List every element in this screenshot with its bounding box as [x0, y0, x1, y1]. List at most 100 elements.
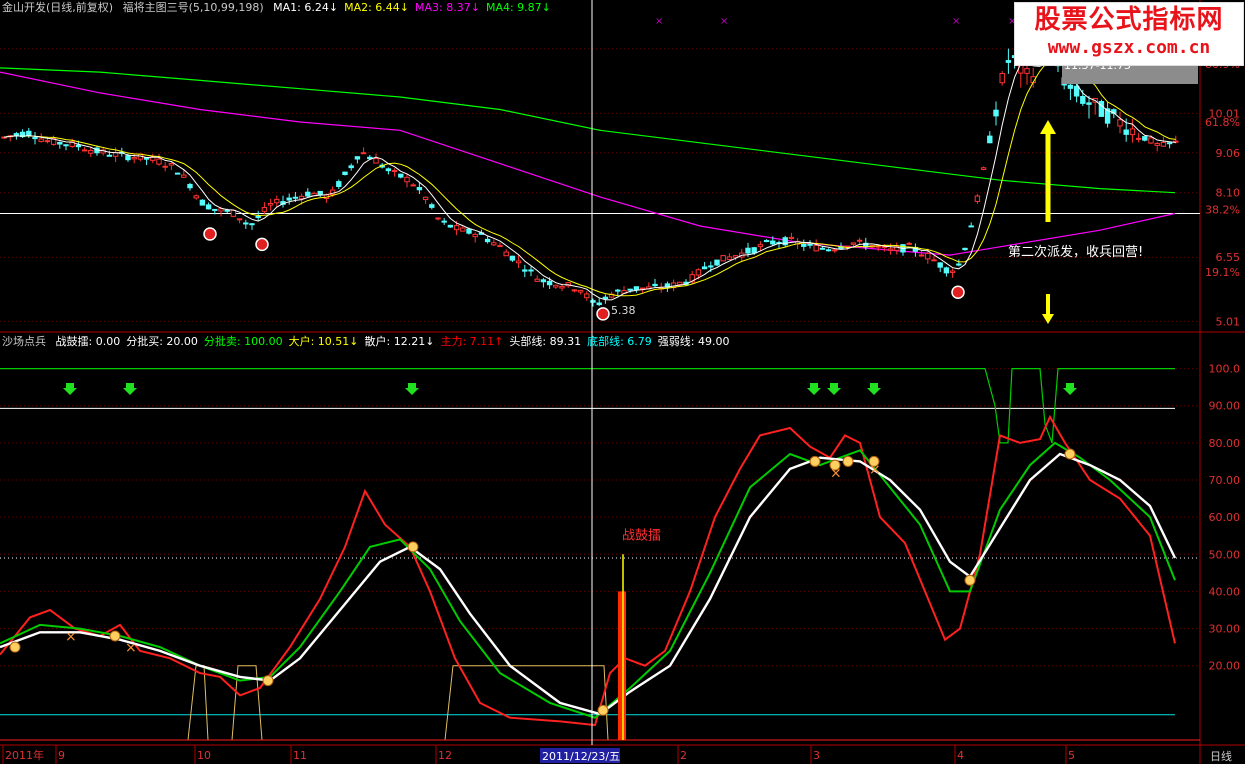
candle-body	[199, 199, 206, 206]
candle-body	[559, 285, 565, 289]
candle-body	[236, 218, 243, 221]
candle-body	[590, 300, 596, 303]
ma3-line	[0, 71, 1176, 256]
cross-marker: ×	[125, 640, 137, 656]
watermark-url: www.gszx.com.cn	[1047, 37, 1211, 58]
candle-body	[720, 255, 726, 262]
time-axis-label: 11	[293, 749, 307, 762]
candle-body	[193, 195, 199, 199]
war-drum-label: 战鼓擂	[622, 528, 661, 543]
candle-body	[937, 262, 943, 268]
candle-body	[1148, 137, 1154, 144]
candle-body	[143, 157, 150, 160]
sub-legend-5: 主力: 7.11↑	[440, 335, 504, 348]
candle-body	[577, 289, 584, 293]
candle-body	[150, 156, 156, 161]
low-price-label: 5.38	[611, 304, 636, 317]
candle-body	[832, 249, 838, 252]
candle-body	[633, 286, 640, 291]
candle-body	[230, 209, 237, 217]
gold-marker	[9, 641, 21, 653]
candle-body	[1166, 142, 1173, 145]
sub-y-tick-label: 50.00	[1209, 548, 1241, 561]
candle-body	[168, 162, 175, 166]
candle-body	[652, 283, 658, 287]
candle-body	[553, 284, 559, 288]
candle-body	[453, 225, 460, 231]
candle-body	[1135, 137, 1142, 140]
candle-body	[441, 220, 447, 223]
candle-body	[1080, 95, 1086, 104]
candle-body	[615, 289, 621, 292]
candle-body	[763, 240, 770, 243]
batch-buy-line	[0, 665, 1175, 741]
candle-body	[298, 195, 305, 200]
candle-body	[956, 263, 962, 266]
sub-legend-4: 散户: 12.21↓	[364, 335, 435, 348]
candle-body	[993, 109, 999, 117]
candle-body	[745, 247, 751, 254]
candle-body	[243, 222, 249, 225]
candle-body	[435, 217, 441, 220]
candle-body	[751, 247, 757, 254]
gold-marker	[262, 675, 274, 687]
candle-body	[391, 169, 398, 172]
candle-body	[515, 260, 522, 264]
candle-body	[528, 269, 534, 272]
sub-chart-header: 沙场点兵 战鼓擂: 0.00 分批买: 20.00 分批卖: 100.00 大户: 1…	[2, 334, 741, 350]
candle-body	[484, 238, 491, 243]
watermark-logo: 股票公式指标网 www.gszx.com.cn	[1014, 2, 1244, 66]
candle-body	[627, 288, 633, 291]
main-force-line	[0, 414, 1176, 727]
candle-body	[770, 240, 776, 245]
candle-body	[807, 243, 813, 246]
candle-body	[825, 249, 832, 252]
candle-body	[584, 293, 590, 299]
candle-body	[274, 198, 280, 204]
time-axis-label: 2011年	[5, 748, 44, 762]
sub-legend-3: 大户: 10.51↓	[288, 335, 359, 348]
candle-body	[75, 144, 82, 148]
top-x-marker: ×	[720, 16, 728, 27]
candle-body	[571, 289, 578, 292]
ma-legend-1: MA2: 6.44↓	[344, 1, 410, 14]
time-axis-label: 10	[197, 749, 211, 762]
sub-legend-8: 强弱线: 49.00	[657, 335, 730, 348]
candle-body	[677, 281, 683, 285]
candle-body	[81, 149, 88, 152]
sub-legend-1: 分批买: 20.00	[126, 335, 198, 348]
candle-body	[757, 244, 764, 248]
candle-body	[44, 140, 51, 143]
candle-body	[131, 157, 137, 160]
candle-body	[925, 252, 931, 260]
candle-body	[962, 247, 968, 251]
sub-indicator-title: 沙场点兵	[2, 335, 46, 348]
candle-body	[1073, 85, 1080, 97]
main-pct-tick-label: 19.1%	[1205, 266, 1240, 279]
indicator-name: 福将主图三号(5,10,99,198)	[122, 1, 264, 14]
sub-y-tick-label: 70.00	[1209, 474, 1241, 487]
stock-chart-canvas[interactable]: 11.5610.019.068.106.555.0180.9%61.8%38.2…	[0, 0, 1245, 764]
candle-body	[63, 144, 69, 147]
candle-body	[491, 242, 497, 246]
candle-body	[1005, 60, 1012, 63]
candle-body	[410, 184, 416, 187]
candle-body	[1129, 128, 1136, 136]
ma-legend-3: MA4: 9.87↓	[485, 1, 551, 14]
sell-arrow	[827, 383, 841, 395]
candle-body	[695, 269, 702, 276]
candle-body	[472, 233, 478, 238]
candle-body	[125, 155, 131, 161]
candle-body	[1160, 141, 1167, 147]
candle-body	[1086, 102, 1092, 105]
candle-body	[261, 207, 268, 212]
candle-body	[422, 196, 429, 201]
candle-body	[522, 269, 528, 272]
period-label: 日线	[1210, 749, 1232, 763]
candle-body	[354, 156, 361, 160]
candle-body	[819, 247, 826, 250]
candle-body	[509, 255, 516, 261]
main-y-tick-label: 5.01	[1216, 315, 1241, 328]
candle-body	[466, 228, 472, 234]
candle-body	[162, 165, 168, 168]
